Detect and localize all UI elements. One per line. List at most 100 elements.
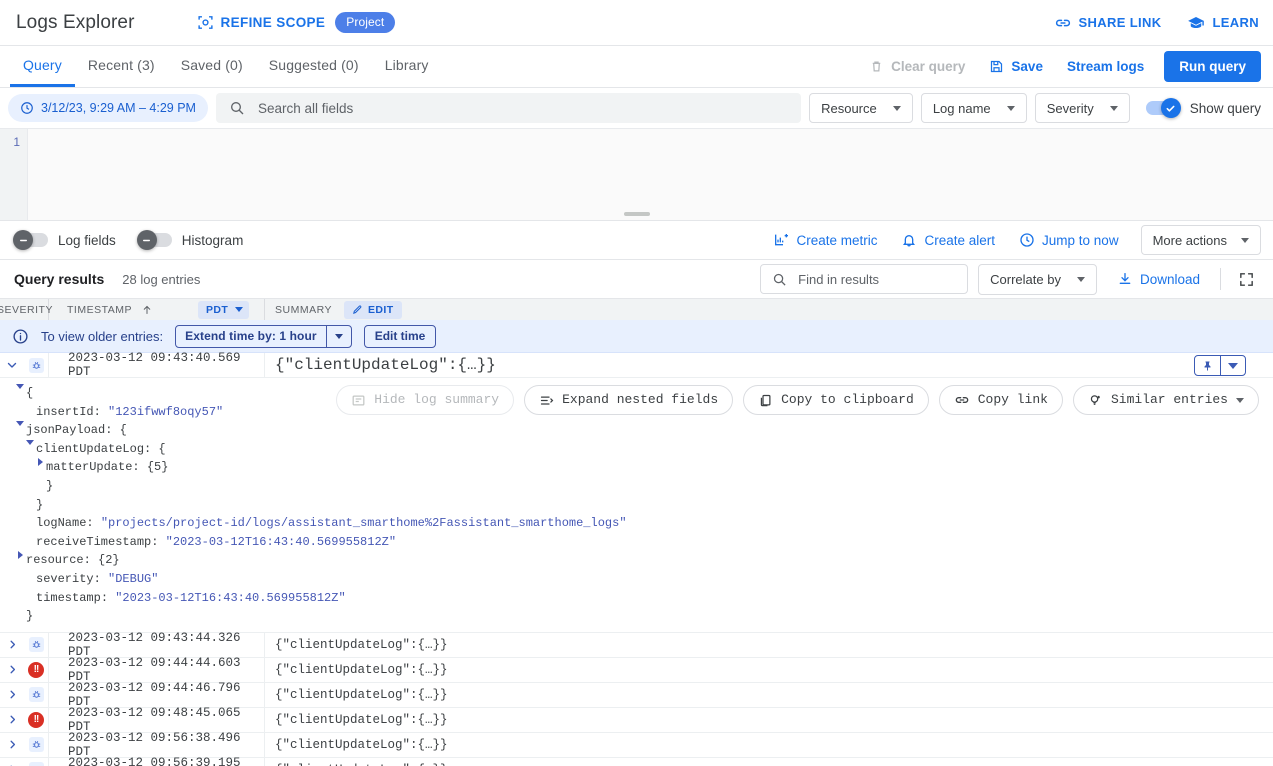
tab-recent[interactable]: Recent (3) xyxy=(75,46,168,87)
divider xyxy=(1220,268,1221,290)
search-all-fields[interactable] xyxy=(216,93,801,123)
create-alert-button[interactable]: Create alert xyxy=(891,224,1005,256)
link-icon xyxy=(954,392,970,408)
json-punctuation: } xyxy=(26,609,33,623)
copy-link-button[interactable]: Copy link xyxy=(939,385,1063,415)
edit-summary-fields-button[interactable]: EDIT xyxy=(344,301,402,319)
editor-text-area[interactable] xyxy=(28,129,1273,220)
table-row[interactable]: !!2023-03-12 09:48:45.065 PDT{"clientUpd… xyxy=(0,708,1273,733)
time-range-label: 3/12/23, 9:29 AM – 4:29 PM xyxy=(41,101,196,115)
correlate-by-dropdown[interactable]: Correlate by xyxy=(978,264,1097,295)
tab-saved-label: Saved (0) xyxy=(181,57,243,73)
save-query-label: Save xyxy=(1011,59,1043,74)
histogram-label: Histogram xyxy=(182,233,244,248)
resource-filter-dropdown[interactable]: Resource xyxy=(809,93,913,123)
tab-suggested[interactable]: Suggested (0) xyxy=(256,46,372,87)
json-collapse-triangle-icon[interactable] xyxy=(14,421,26,426)
find-in-results-input[interactable] xyxy=(796,271,956,288)
log-fields-label: Log fields xyxy=(58,233,116,248)
hide-log-summary-button[interactable]: Hide log summary xyxy=(336,385,514,415)
expand-entry-toggle[interactable] xyxy=(0,663,24,676)
histogram-toggle[interactable] xyxy=(138,233,172,247)
severity-filter-dropdown[interactable]: Severity xyxy=(1035,93,1130,123)
json-collapse-triangle-icon[interactable] xyxy=(24,440,36,445)
download-icon xyxy=(1117,271,1133,287)
timezone-dropdown[interactable]: PDT xyxy=(198,301,249,319)
expand-nested-fields-button[interactable]: Expand nested fields xyxy=(524,385,733,415)
download-button[interactable]: Download xyxy=(1107,263,1210,295)
json-collapse-triangle-icon[interactable] xyxy=(14,384,26,389)
json-value: "projects/project-id/logs/assistant_smar… xyxy=(101,516,627,530)
editor-resize-handle[interactable] xyxy=(624,212,650,216)
save-query-button[interactable]: Save xyxy=(977,50,1055,84)
similar-entries-dropdown[interactable]: Similar entries xyxy=(1073,385,1259,415)
expand-entry-toggle[interactable] xyxy=(0,688,24,701)
tab-recent-label: Recent (3) xyxy=(88,57,155,73)
clear-query-button[interactable]: Clear query xyxy=(857,50,977,84)
collapse-entry-toggle[interactable] xyxy=(0,358,24,372)
expand-entry-toggle[interactable] xyxy=(0,638,24,651)
edit-time-button[interactable]: Edit time xyxy=(364,325,437,348)
row-summary: {"clientUpdateLog":{…}} xyxy=(264,658,448,682)
more-actions-dropdown[interactable]: More actions xyxy=(1141,225,1261,255)
edit-label: EDIT xyxy=(368,304,394,316)
table-row[interactable]: !!2023-03-12 09:44:44.603 PDT{"clientUpd… xyxy=(0,658,1273,683)
copy-to-clipboard-button[interactable]: Copy to clipboard xyxy=(743,385,929,415)
bell-icon xyxy=(901,232,917,248)
expanded-log-entry-header[interactable]: 2023-03-12 09:43:40.569 PDT {"clientUpda… xyxy=(0,353,1273,378)
jump-to-now-button[interactable]: Jump to now xyxy=(1009,224,1129,256)
log-name-filter-dropdown[interactable]: Log name xyxy=(921,93,1027,123)
expand-entry-toggle[interactable] xyxy=(0,738,24,751)
json-key: clientUpdateLog xyxy=(36,442,144,456)
log-fields-toggle[interactable] xyxy=(14,233,48,247)
log-fields-toggle-group: Log fields xyxy=(14,233,116,248)
find-in-results[interactable] xyxy=(760,264,968,294)
json-key: timestamp xyxy=(36,591,101,605)
fullscreen-button[interactable] xyxy=(1231,264,1261,294)
learn-button[interactable]: LEARN xyxy=(1187,14,1259,32)
json-punctuation: : xyxy=(94,405,101,419)
table-row[interactable]: 2023-03-12 09:56:39.195 PDT{"clientUpdat… xyxy=(0,758,1273,766)
hide-log-summary-label: Hide log summary xyxy=(374,391,499,410)
show-query-toggle[interactable] xyxy=(1146,101,1180,115)
table-row[interactable]: 2023-03-12 09:43:44.326 PDT{"clientUpdat… xyxy=(0,633,1273,658)
row-summary: {"clientUpdateLog":{…}} xyxy=(264,683,448,707)
entry-options-dropdown[interactable] xyxy=(1220,356,1245,375)
panel-toggle-bar: Log fields Histogram Create metric Cr xyxy=(0,220,1273,260)
json-punctuation: : { xyxy=(144,442,166,456)
row-timestamp: 2023-03-12 09:56:39.195 PDT xyxy=(49,756,264,766)
table-row[interactable]: 2023-03-12 09:44:46.796 PDT{"clientUpdat… xyxy=(0,683,1273,708)
column-header-timestamp[interactable]: TIMESTAMP PDT xyxy=(49,301,264,319)
more-actions-label: More actions xyxy=(1153,233,1227,248)
jump-to-now-label: Jump to now xyxy=(1042,233,1119,248)
query-editor[interactable]: 1 xyxy=(0,128,1273,220)
create-metric-button[interactable]: Create metric xyxy=(763,224,887,256)
older-entries-banner: To view older entries: Extend time by: 1… xyxy=(0,320,1273,353)
share-link-button[interactable]: SHARE LINK xyxy=(1054,14,1162,32)
search-input[interactable] xyxy=(256,100,788,117)
tab-query[interactable]: Query xyxy=(10,46,75,87)
project-scope-chip[interactable]: Project xyxy=(335,12,395,33)
tab-library[interactable]: Library xyxy=(372,46,442,87)
refine-scope-button[interactable]: REFINE SCOPE xyxy=(197,14,326,31)
json-expand-triangle-icon[interactable] xyxy=(34,458,46,466)
column-header-summary-label: SUMMARY xyxy=(275,304,332,316)
pin-entry-button[interactable] xyxy=(1195,356,1220,375)
stream-logs-button[interactable]: Stream logs xyxy=(1055,50,1156,84)
expand-nested-fields-label: Expand nested fields xyxy=(562,391,718,410)
pencil-icon xyxy=(352,304,363,315)
json-line: } xyxy=(0,477,1273,496)
tab-saved[interactable]: Saved (0) xyxy=(168,46,256,87)
run-query-button[interactable]: Run query xyxy=(1164,51,1261,82)
table-row[interactable]: 2023-03-12 09:56:38.496 PDT{"clientUpdat… xyxy=(0,733,1273,758)
trash-icon xyxy=(869,59,884,74)
time-range-selector[interactable]: 3/12/23, 9:29 AM – 4:29 PM xyxy=(8,94,208,122)
row-severity-cell xyxy=(24,758,49,766)
json-line-text: jsonPayload: { xyxy=(26,421,127,440)
expand-entry-toggle[interactable] xyxy=(0,713,24,726)
extend-time-button[interactable]: Extend time by: 1 hour xyxy=(176,326,326,347)
entry-action-buttons: Hide log summary Expand nested fields Co… xyxy=(336,378,1273,422)
extend-time-dropdown[interactable] xyxy=(326,326,351,347)
json-line-text: insertId: "123ifwwf8oqy57" xyxy=(36,403,223,422)
json-expand-triangle-icon[interactable] xyxy=(14,551,26,559)
